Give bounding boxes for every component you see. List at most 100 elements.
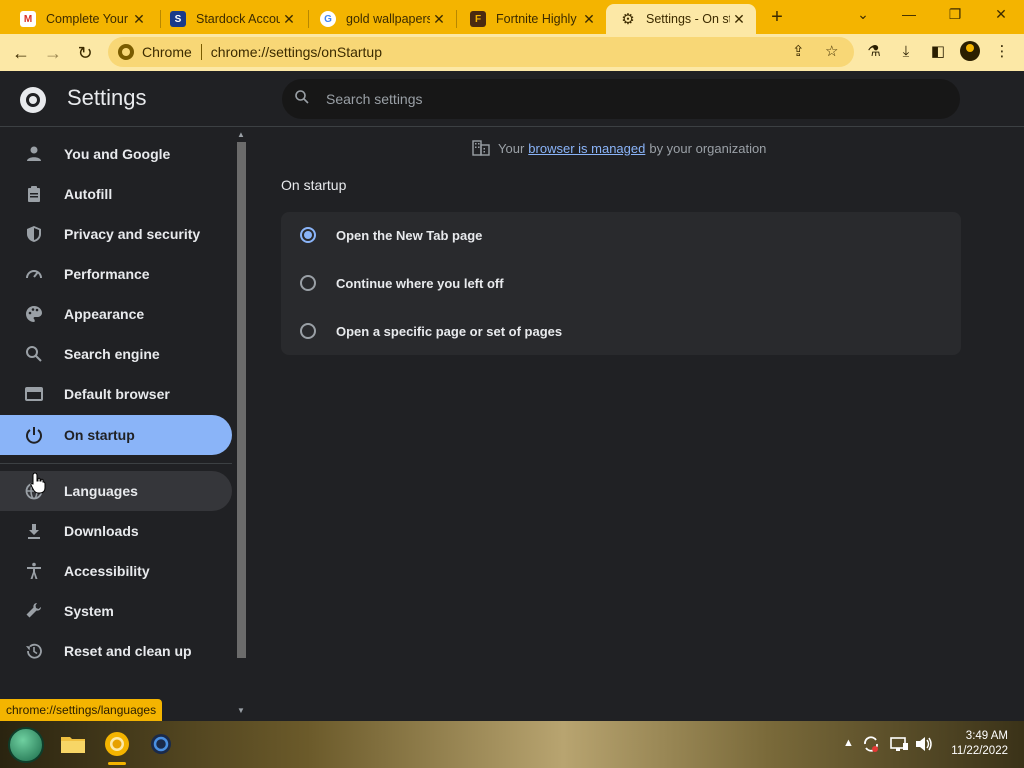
sidebar-item-performance[interactable]: Performance [0,254,232,294]
chrome-site-icon [118,44,134,60]
radio-specific-pages[interactable] [300,323,316,339]
tab-2[interactable]: S Stardock Accou ✕ [156,4,306,34]
back-button[interactable]: ← [8,40,34,66]
close-icon[interactable]: ✕ [280,11,298,28]
reload-button[interactable]: ↻ [72,40,98,66]
menu-icon[interactable]: ⋮ [992,42,1012,62]
tab-search-button[interactable]: ⌄ [840,0,886,30]
clock-date: 11/22/2022 [951,745,1008,757]
scroll-up-icon[interactable]: ▲ [236,130,246,139]
forward-button[interactable]: → [40,40,66,66]
flask-icon[interactable]: ⚗ [864,42,884,62]
shield-icon [24,224,44,244]
sidebar-item-label: Accessibility [64,563,150,579]
star-icon[interactable]: ☆ [825,42,838,60]
managed-prefix: Your [498,140,525,156]
scroll-thumb[interactable] [237,142,246,658]
download-icon[interactable]: ⤓ [896,42,916,62]
sidebar-item-label: Default browser [64,386,170,402]
option-continue[interactable]: Continue where you left off [300,271,504,295]
sidebar-item-label: You and Google [64,146,171,162]
sidebar-item-on-startup[interactable]: On startup [0,415,232,455]
sidebar-scrollbar[interactable]: ▲ ▼ [234,128,248,720]
minimize-button[interactable]: — [886,0,932,30]
sidebar-item-label: System [64,603,114,619]
sidebar-item-privacy[interactable]: Privacy and security [0,214,232,254]
sidebar-item-label: Languages [64,483,138,499]
sidebar-item-reset[interactable]: Reset and clean up [0,631,232,671]
omnibox-site: Chrome [142,44,192,60]
sidebar-divider [0,463,232,464]
sidebar-item-downloads[interactable]: Downloads [0,511,232,551]
scroll-down-icon[interactable]: ▼ [236,706,246,715]
close-icon[interactable]: ✕ [730,11,748,28]
close-icon[interactable]: ✕ [580,11,598,28]
volume-icon[interactable] [914,735,934,756]
avatar[interactable] [960,41,980,61]
option-specific-pages[interactable]: Open a specific page or set of pages [300,319,562,343]
new-tab-button[interactable]: + [766,6,788,28]
option-label: Open a specific page or set of pages [336,323,563,339]
managed-suffix: by your organization [649,140,767,156]
clock-time: 3:49 AM [965,730,1008,742]
sidebar-item-appearance[interactable]: Appearance [0,294,232,334]
network-icon[interactable] [889,735,909,756]
taskbar: ▲ 3:49 AM 11/22/2022 [0,721,1024,768]
sync-icon[interactable] [862,735,880,756]
system-clock[interactable]: 3:49 AM 11/22/2022 [936,729,1008,759]
sidebar-item-default-browser[interactable]: Default browser [0,374,232,414]
managed-link[interactable]: browser is managed [528,141,645,156]
search-input[interactable] [326,79,926,119]
close-icon[interactable]: ✕ [130,11,148,28]
search-icon [24,344,44,364]
fortnite-icon: F [470,11,486,27]
status-url-bubble: chrome://settings/languages [0,699,163,721]
accessibility-icon [24,561,44,581]
sidebar-item-accessibility[interactable]: Accessibility [0,551,232,591]
tab-3[interactable]: G gold wallpapers ✕ [306,4,456,34]
tray-overflow-icon[interactable]: ▲ [843,737,854,749]
building-icon [472,140,490,156]
palette-icon [24,304,44,324]
radio-new-tab[interactable] [300,227,316,243]
maximize-button[interactable]: ❐ [932,0,978,30]
main-content: Your browser is managed by your organiza… [250,128,1024,720]
search-box[interactable] [282,79,960,119]
sidebar-item-autofill[interactable]: Autofill [0,174,232,214]
browser-icon [24,384,44,404]
chrome-taskbar-icon[interactable] [102,729,132,765]
chrome-logo-icon [20,87,46,113]
tab-4[interactable]: F Fortnite Highly ✕ [456,4,606,34]
side-panel-icon[interactable]: ◧ [928,42,948,62]
option-label: Continue where you left off [336,275,504,291]
download-icon [24,521,44,541]
start-button[interactable] [8,727,44,763]
tab-title: Fortnite Highly [496,12,577,26]
tab-strip: M Complete Your ✕ S Stardock Accou ✕ G g… [0,0,1024,34]
sidebar-item-system[interactable]: System [0,591,232,631]
sidebar-item-label: Appearance [64,306,145,322]
tab-5-active[interactable]: ⚙ Settings - On st ✕ [606,4,756,34]
app-taskbar-icon[interactable] [146,729,176,759]
sidebar-item-label: Performance [64,266,150,282]
sidebar-item-label: Downloads [64,523,139,539]
page-title: Settings [67,85,147,110]
sidebar-item-you-and-google[interactable]: You and Google [0,134,232,174]
toolbar: ← → ↻ Chrome chrome://settings/onStartup… [0,34,1024,71]
sidebar-item-label: Reset and clean up [64,643,192,659]
radio-continue[interactable] [300,275,316,291]
option-new-tab[interactable]: Open the New Tab page [300,223,482,247]
close-icon[interactable]: ✕ [430,11,448,28]
power-icon [24,425,44,445]
file-explorer-icon[interactable] [58,729,88,759]
sidebar-item-label: Search engine [64,346,160,362]
gmail-icon: M [20,11,36,27]
sidebar-item-label: Autofill [64,186,113,202]
sidebar-item-search-engine[interactable]: Search engine [0,334,232,374]
settings-header: Settings [0,71,1024,127]
omnibox-url: chrome://settings/onStartup [210,44,382,60]
omnibox[interactable]: Chrome chrome://settings/onStartup [108,37,854,67]
tab-1[interactable]: M Complete Your ✕ [6,4,156,34]
share-icon[interactable]: ⇪ [792,42,805,60]
close-window-button[interactable]: ✕ [978,0,1024,30]
